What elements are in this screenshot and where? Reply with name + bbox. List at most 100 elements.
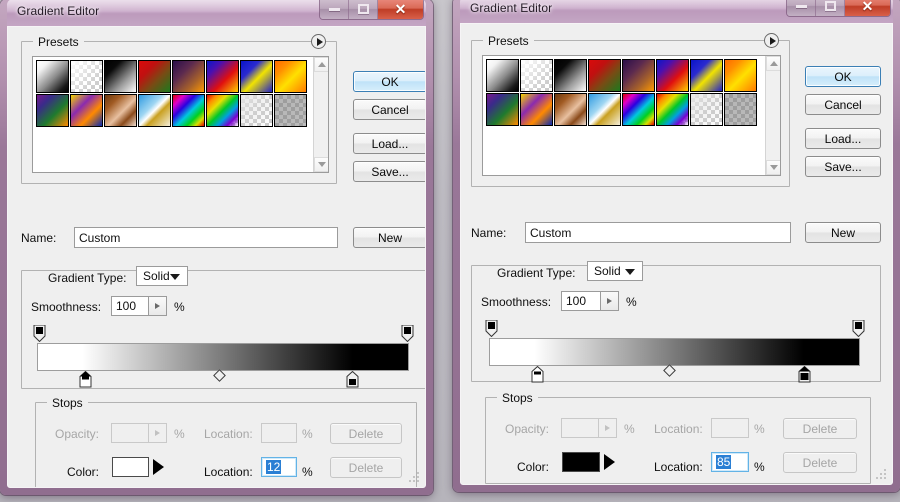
- window-controls-right[interactable]: ✕: [786, 0, 891, 17]
- smoothness-input[interactable]: 100: [561, 291, 601, 311]
- preset-swatch-blue-red-yellow[interactable]: [656, 59, 689, 92]
- resize-grip[interactable]: [409, 472, 421, 484]
- preset-swatch-chrome[interactable]: [588, 93, 621, 126]
- scroll-up-button[interactable]: [314, 57, 329, 72]
- preset-swatch-neutral-density[interactable]: [274, 94, 307, 127]
- scroll-down-button[interactable]: [314, 157, 329, 172]
- swatch-gradient: [139, 61, 170, 92]
- preset-swatch-foreground-to-background[interactable]: [486, 59, 519, 92]
- preset-swatch-grid[interactable]: [486, 59, 760, 127]
- preset-swatch-black-to-white[interactable]: [554, 59, 587, 92]
- new-button[interactable]: New: [805, 222, 881, 243]
- opacity-stop-marker[interactable]: [33, 325, 46, 342]
- preset-swatch-transparent-stripes[interactable]: [240, 94, 273, 127]
- preset-swatch-spectrum[interactable]: [622, 93, 655, 126]
- preset-swatch-blue-yellow-blue[interactable]: [240, 60, 273, 93]
- preset-swatch-violet-orange[interactable]: [622, 59, 655, 92]
- name-input[interactable]: Custom: [74, 227, 338, 248]
- preset-swatch-copper[interactable]: [554, 93, 587, 126]
- preset-swatch-foreground-to-transparent[interactable]: [520, 59, 553, 92]
- gradient-preview-bar[interactable]: [37, 343, 409, 371]
- titlebar-left[interactable]: Gradient Editor ✕: [7, 0, 426, 26]
- swatch-gradient: [139, 95, 170, 126]
- minimize-icon: [329, 8, 340, 11]
- cancel-button[interactable]: Cancel: [353, 99, 426, 120]
- save-button[interactable]: Save...: [353, 161, 426, 182]
- color-stop-marker-selected[interactable]: [79, 371, 92, 388]
- minimize-button[interactable]: [320, 0, 349, 19]
- load-button[interactable]: Load...: [353, 133, 426, 154]
- preset-swatch-violet-green-orange[interactable]: [486, 93, 519, 126]
- preset-swatch-transparent-stripes[interactable]: [690, 93, 723, 126]
- name-input[interactable]: Custom: [525, 222, 791, 243]
- color-location-value: 85: [716, 455, 731, 469]
- preset-swatch-orange-yellow-orange[interactable]: [724, 59, 757, 92]
- smoothness-spin-button[interactable]: [601, 291, 619, 311]
- gradient-editor-window-left[interactable]: Gradient Editor ✕ Presets: [0, 0, 433, 495]
- color-swatch-arrow-icon[interactable]: [604, 454, 615, 470]
- preset-swatch-blue-yellow-blue[interactable]: [690, 59, 723, 92]
- preset-swatch-neutral-density[interactable]: [724, 93, 757, 126]
- color-stop-marker[interactable]: [346, 371, 359, 388]
- gradient-preview-bar[interactable]: [489, 338, 860, 366]
- presets-menu-arrow-icon[interactable]: [764, 33, 779, 48]
- presets-list[interactable]: [32, 56, 329, 173]
- opacity-stop-marker[interactable]: [852, 320, 865, 337]
- opacity-stop-marker[interactable]: [401, 325, 414, 342]
- preset-swatch-orange-yellow-orange[interactable]: [274, 60, 307, 93]
- color-stop-marker-selected[interactable]: [798, 366, 811, 383]
- window-controls-left[interactable]: ✕: [319, 0, 424, 20]
- dialog-body-left: Presets OK Cancel Load... Save... Na: [7, 26, 426, 488]
- preset-swatch-black-to-white[interactable]: [104, 60, 137, 93]
- resize-grip[interactable]: [876, 469, 888, 481]
- swatch-gradient: [725, 94, 756, 125]
- minimize-button[interactable]: [787, 0, 816, 16]
- presets-scrollbar[interactable]: [313, 57, 328, 172]
- restore-button[interactable]: [816, 0, 845, 16]
- load-button[interactable]: Load...: [805, 128, 881, 149]
- preset-swatch-chrome[interactable]: [138, 94, 171, 127]
- preset-swatch-copper[interactable]: [104, 94, 137, 127]
- ok-button[interactable]: OK: [353, 71, 426, 92]
- preset-swatch-violet-orange[interactable]: [172, 60, 205, 93]
- new-button[interactable]: New: [353, 227, 426, 248]
- color-stop-marker[interactable]: [531, 366, 544, 383]
- preset-swatch-transparent-rainbow[interactable]: [206, 94, 239, 127]
- preset-swatch-red-green[interactable]: [138, 60, 171, 93]
- opacity-label: Opacity:: [505, 422, 549, 436]
- presets-scrollbar[interactable]: [765, 56, 780, 175]
- close-button[interactable]: ✕: [845, 0, 890, 16]
- presets-list[interactable]: [482, 55, 781, 176]
- preset-swatch-transparent-rainbow[interactable]: [656, 93, 689, 126]
- preset-swatch-violet-green-orange[interactable]: [36, 94, 69, 127]
- gradient-type-select[interactable]: Solid: [136, 266, 188, 286]
- preset-swatch-blue-red-yellow[interactable]: [206, 60, 239, 93]
- scroll-up-button[interactable]: [766, 56, 781, 71]
- color-location-input[interactable]: 12: [261, 457, 297, 477]
- ok-button[interactable]: OK: [805, 66, 881, 87]
- cancel-button[interactable]: Cancel: [805, 94, 881, 115]
- preset-swatch-foreground-to-transparent[interactable]: [70, 60, 103, 93]
- scroll-down-button[interactable]: [766, 160, 781, 175]
- restore-button[interactable]: [349, 0, 378, 19]
- smoothness-spin-button[interactable]: [149, 296, 167, 316]
- presets-menu-arrow-icon[interactable]: [311, 34, 326, 49]
- color-swatch-arrow-icon[interactable]: [153, 459, 164, 475]
- smoothness-input[interactable]: 100: [111, 296, 149, 316]
- preset-swatch-spectrum[interactable]: [172, 94, 205, 127]
- preset-swatch-red-green[interactable]: [588, 59, 621, 92]
- save-button[interactable]: Save...: [805, 156, 881, 177]
- preset-swatch-foreground-to-background[interactable]: [36, 60, 69, 93]
- color-location-input[interactable]: 85: [711, 452, 749, 472]
- titlebar-right[interactable]: Gradient Editor ✕: [460, 0, 893, 23]
- close-button[interactable]: ✕: [378, 0, 423, 19]
- gradient-editor-window-right[interactable]: Gradient Editor ✕ Presets: [453, 0, 900, 492]
- color-swatch[interactable]: [562, 452, 600, 472]
- preset-swatch-yellow-violet-orange-blue[interactable]: [70, 94, 103, 127]
- opacity-stop-marker[interactable]: [485, 320, 498, 337]
- dialog-body-right: Presets OK Cancel Load... Save... Name: …: [460, 23, 893, 485]
- preset-swatch-grid[interactable]: [36, 60, 310, 128]
- color-swatch[interactable]: [112, 457, 149, 477]
- gradient-type-select[interactable]: Solid: [587, 261, 643, 281]
- preset-swatch-yellow-violet-orange-blue[interactable]: [520, 93, 553, 126]
